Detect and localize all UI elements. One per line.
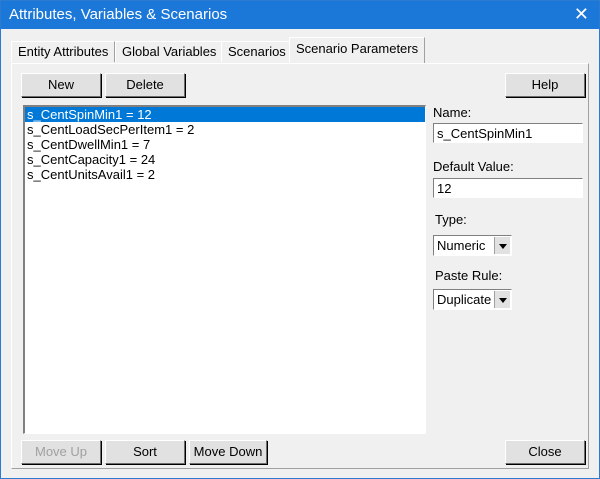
title-bar: Attributes, Variables & Scenarios ✕ <box>1 1 599 29</box>
tab-global-variables[interactable]: Global Variables <box>115 41 224 62</box>
list-item[interactable]: s_CentUnitsAvail1 = 2 <box>25 167 425 182</box>
list-item[interactable]: s_CentCapacity1 = 24 <box>25 152 425 167</box>
type-select-value: Numeric <box>437 238 486 253</box>
type-label: Type: <box>435 212 467 227</box>
move-up-button[interactable]: Move Up <box>21 440 101 464</box>
tab-scenarios[interactable]: Scenarios <box>221 41 293 62</box>
type-select[interactable]: Numeric <box>433 235 512 256</box>
default-value-label: Default Value: <box>433 159 514 174</box>
paste-rule-dropdown-button[interactable] <box>494 291 510 308</box>
close-button[interactable]: Close <box>505 440 585 464</box>
chevron-down-icon <box>499 298 507 303</box>
new-button[interactable]: New <box>21 73 101 97</box>
paste-rule-select-value: Duplicate <box>437 292 492 307</box>
paste-rule-label: Paste Rule: <box>435 268 503 283</box>
tab-entity-attributes[interactable]: Entity Attributes <box>11 41 116 62</box>
move-down-button[interactable]: Move Down <box>189 440 267 464</box>
close-icon[interactable]: ✕ <box>574 4 589 25</box>
window-title: Attributes, Variables & Scenarios <box>9 6 228 23</box>
list-item[interactable]: s_CentLoadSecPerItem1 = 2 <box>25 122 425 137</box>
default-value-field[interactable]: 12 <box>433 178 583 198</box>
paste-rule-select[interactable]: Duplicate <box>433 289 512 310</box>
tab-scenario-parameters[interactable]: Scenario Parameters <box>289 37 426 63</box>
delete-button[interactable]: Delete <box>105 73 185 97</box>
list-item[interactable]: s_CentDwellMin1 = 7 <box>25 137 425 152</box>
type-dropdown-button[interactable] <box>494 237 510 254</box>
name-label: Name: <box>433 105 472 120</box>
sort-button[interactable]: Sort <box>105 440 185 464</box>
chevron-down-icon <box>499 244 507 249</box>
help-button[interactable]: Help <box>505 73 585 97</box>
list-item[interactable]: s_CentSpinMin1 = 12 <box>25 107 425 122</box>
name-field[interactable]: s_CentSpinMin1 <box>433 123 583 143</box>
dialog-window: Attributes, Variables & Scenarios ✕ Enti… <box>0 0 600 479</box>
parameter-list[interactable]: s_CentSpinMin1 = 12 s_CentLoadSecPerItem… <box>23 105 426 434</box>
